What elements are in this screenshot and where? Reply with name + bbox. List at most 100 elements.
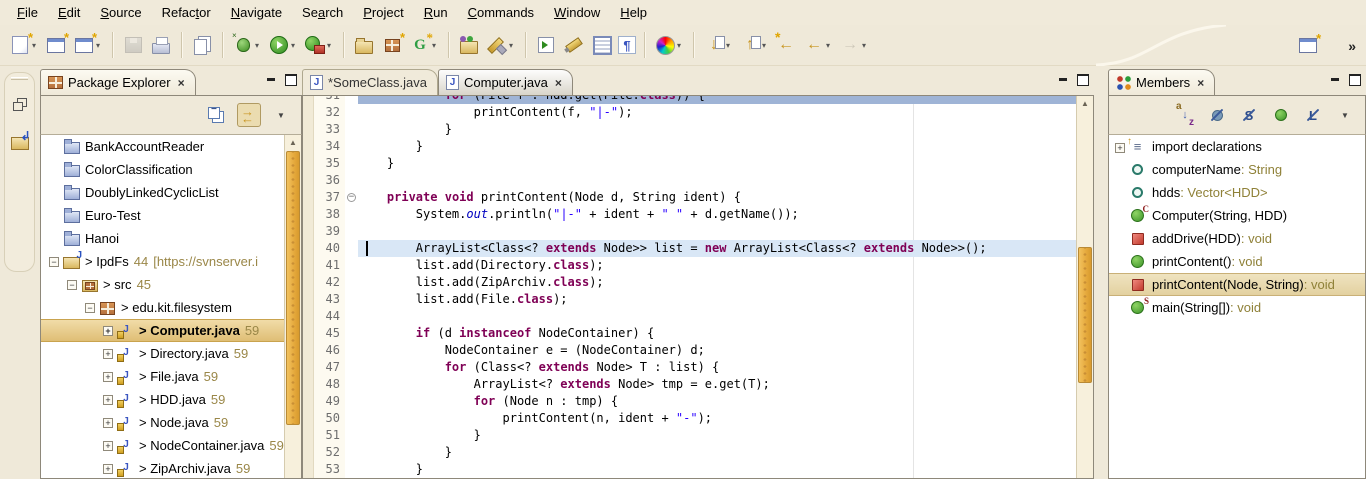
code-line-42[interactable]: 42 list.add(ZipArchiv.class); bbox=[314, 274, 1093, 291]
run-task-button[interactable] bbox=[532, 32, 560, 58]
tree-item-ziparchiv-java[interactable]: +J> ZipArchiv.java59 bbox=[41, 457, 301, 479]
forward-button[interactable]: →▾ bbox=[836, 32, 872, 58]
maximize-button[interactable] bbox=[284, 73, 298, 86]
close-icon[interactable]: × bbox=[178, 76, 185, 90]
scrollbar-thumb[interactable] bbox=[1078, 247, 1092, 383]
code-line-47[interactable]: 47 for (Class<? extends Node> T : list) … bbox=[314, 359, 1093, 376]
code-line-48[interactable]: 48 ArrayList<? extends Node> tmp = e.get… bbox=[314, 376, 1093, 393]
save-button[interactable] bbox=[119, 32, 147, 58]
code-line-37[interactable]: 37− private void printContent(Node d, St… bbox=[314, 189, 1093, 206]
member-item-printcontent-node-string[interactable]: printContent(Node, String) : void bbox=[1109, 273, 1365, 296]
show-public-button[interactable] bbox=[1269, 103, 1293, 127]
expander-icon[interactable]: + bbox=[103, 464, 113, 474]
line-number[interactable]: 39 bbox=[314, 223, 345, 240]
tree-item-node-java[interactable]: +J> Node.java59 bbox=[41, 411, 301, 434]
dropdown-arrow-icon[interactable]: ▾ bbox=[432, 41, 440, 50]
expander-icon[interactable]: − bbox=[85, 303, 95, 313]
tree-item-src[interactable]: −> src45 bbox=[41, 273, 301, 296]
code-line-36[interactable]: 36 bbox=[314, 172, 1093, 189]
expander-icon[interactable]: + bbox=[103, 326, 113, 336]
menu-refactor[interactable]: Refactor bbox=[153, 2, 220, 23]
line-number[interactable]: 35 bbox=[314, 155, 345, 172]
code-line-41[interactable]: 41 list.add(Directory.class); bbox=[314, 257, 1093, 274]
tree-item-edu-kit-filesystem[interactable]: −> edu.kit.filesystem bbox=[41, 296, 301, 319]
new-window-wizard-button[interactable] bbox=[42, 32, 70, 58]
link-with-editor-button[interactable] bbox=[237, 103, 261, 127]
expander-icon[interactable]: + bbox=[103, 372, 113, 382]
collapse-marker[interactable]: − bbox=[347, 193, 356, 202]
tree-item-ipdfs[interactable]: −> IpdFs44[https://svnserver.i bbox=[41, 250, 301, 273]
fold-marker-icon[interactable]: − bbox=[345, 189, 358, 206]
last-edit-location-button[interactable]: ← bbox=[772, 32, 800, 58]
code-line-40[interactable]: 40 ArrayList<Class<? extends Node>> list… bbox=[314, 240, 1093, 257]
menu-source[interactable]: Source bbox=[91, 2, 150, 23]
code-line-46[interactable]: 46 NodeContainer e = (NodeContainer) d; bbox=[314, 342, 1093, 359]
expander-icon[interactable]: + bbox=[1115, 143, 1125, 153]
color-palette-button[interactable]: ▾ bbox=[651, 32, 687, 58]
dropdown-arrow-icon[interactable]: ▾ bbox=[677, 41, 685, 50]
highlighter-button[interactable] bbox=[560, 32, 588, 58]
member-item-computername[interactable]: computerName : String bbox=[1109, 158, 1365, 181]
member-item-computer-string-hdd[interactable]: CComputer(String, HDD) bbox=[1109, 204, 1365, 227]
debug-button[interactable]: ▾ bbox=[229, 32, 265, 58]
code-line-38[interactable]: 38 System.out.println("|-" + ident + " "… bbox=[314, 206, 1093, 223]
line-number[interactable]: 42 bbox=[314, 274, 345, 291]
member-item-printcontent[interactable]: printContent() : void bbox=[1109, 250, 1365, 273]
code-line-43[interactable]: 43 list.add(File.class); bbox=[314, 291, 1093, 308]
member-item-adddrive-hdd[interactable]: addDrive(HDD) : void bbox=[1109, 227, 1365, 250]
line-number[interactable]: 53 bbox=[314, 461, 345, 478]
dropdown-arrow-icon[interactable]: ▾ bbox=[509, 41, 517, 50]
mark-occurrences-button[interactable] bbox=[588, 32, 616, 58]
show-paragraphs-button[interactable]: ¶ bbox=[616, 35, 638, 55]
open-type-button[interactable] bbox=[455, 32, 483, 58]
line-number[interactable]: 45 bbox=[314, 325, 345, 342]
close-icon[interactable]: × bbox=[555, 76, 562, 90]
expander-icon[interactable]: − bbox=[67, 280, 77, 290]
line-number[interactable]: 47 bbox=[314, 359, 345, 376]
code-line-52[interactable]: 52 } bbox=[314, 444, 1093, 461]
scroll-up-icon[interactable]: ▲ bbox=[1077, 96, 1093, 110]
code-line-49[interactable]: 49 for (Node n : tmp) { bbox=[314, 393, 1093, 410]
code-line-39[interactable]: 39 bbox=[314, 223, 1093, 240]
expander-icon[interactable]: + bbox=[103, 418, 113, 428]
tree-item-doublylinkedcycliclist[interactable]: DoublyLinkedCyclicList bbox=[41, 181, 301, 204]
line-number[interactable]: 32 bbox=[314, 104, 345, 121]
line-number[interactable]: 51 bbox=[314, 427, 345, 444]
tree-item-bankaccountreader[interactable]: BankAccountReader bbox=[41, 135, 301, 158]
minimize-button[interactable] bbox=[1328, 73, 1342, 86]
line-number[interactable]: 46 bbox=[314, 342, 345, 359]
search-button[interactable]: ▾ bbox=[483, 32, 519, 58]
menu-run[interactable]: Run bbox=[415, 2, 457, 23]
tree-item-nodecontainer-java[interactable]: +J> NodeContainer.java59 bbox=[41, 434, 301, 457]
member-item-import-declarations[interactable]: +≡import declarations bbox=[1109, 135, 1365, 158]
copy-resource-button[interactable] bbox=[188, 32, 216, 58]
dropdown-arrow-icon[interactable]: ▾ bbox=[826, 41, 834, 50]
new-class-button[interactable]: G▾ bbox=[406, 32, 442, 58]
code-line-53[interactable]: 53 } bbox=[314, 461, 1093, 478]
hide-static-button[interactable]: S bbox=[1237, 103, 1261, 127]
member-item-main-string[interactable]: Smain(String[]) : void bbox=[1109, 296, 1365, 319]
expander-icon[interactable]: + bbox=[103, 441, 113, 451]
menu-commands[interactable]: Commands bbox=[459, 2, 543, 23]
tree-item-hanoi[interactable]: Hanoi bbox=[41, 227, 301, 250]
hide-fields-button[interactable] bbox=[1205, 103, 1229, 127]
code-line-50[interactable]: 50 printContent(n, ident + "-"); bbox=[314, 410, 1093, 427]
hide-local-button[interactable]: L bbox=[1301, 103, 1325, 127]
dropdown-arrow-icon[interactable]: ▾ bbox=[726, 41, 734, 50]
tree-item-colorclassification[interactable]: ColorClassification bbox=[41, 158, 301, 181]
tab-package-explorer[interactable]: Package Explorer × bbox=[40, 69, 196, 95]
new-java-project-button[interactable] bbox=[350, 32, 378, 58]
line-number[interactable]: 36 bbox=[314, 172, 345, 189]
menu-search[interactable]: Search bbox=[293, 2, 352, 23]
close-icon[interactable]: × bbox=[1197, 76, 1204, 90]
sort-button[interactable]: ↓ bbox=[1173, 103, 1197, 127]
line-number[interactable]: 49 bbox=[314, 393, 345, 410]
line-number[interactable]: 33 bbox=[314, 121, 345, 138]
editor-tab-computer-java[interactable]: JComputer.java× bbox=[438, 69, 573, 95]
line-number[interactable]: 40 bbox=[314, 240, 345, 257]
run-button[interactable]: ▾ bbox=[265, 32, 301, 58]
previous-annotation-button[interactable]: ↑▾ bbox=[736, 32, 772, 58]
code-line-34[interactable]: 34 } bbox=[314, 138, 1093, 155]
menu-edit[interactable]: Edit bbox=[49, 2, 89, 23]
scrollbar-thumb[interactable] bbox=[286, 151, 300, 425]
